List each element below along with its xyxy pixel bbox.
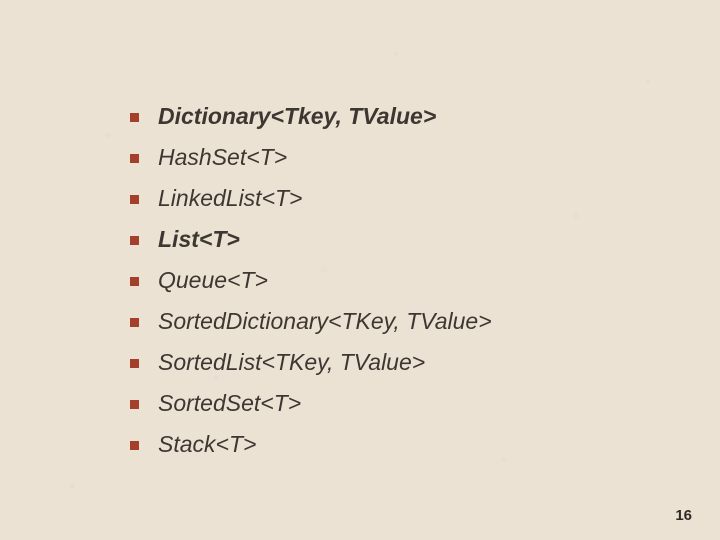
list-item: SortedList<TKey, TValue> (130, 342, 720, 383)
list-item: List<T> (130, 219, 720, 260)
list-item: LinkedList<T> (130, 178, 720, 219)
list-item-text: List<T> (158, 226, 240, 252)
list-item: HashSet<T> (130, 137, 720, 178)
collections-list: Dictionary<Tkey, TValue> HashSet<T> Link… (130, 96, 720, 465)
list-item: Dictionary<Tkey, TValue> (130, 96, 720, 137)
list-item: SortedSet<T> (130, 383, 720, 424)
list-item-text: Stack<T> (158, 431, 256, 457)
list-item-text: SortedList<TKey, TValue> (158, 349, 425, 375)
list-item-text: Queue<T> (158, 267, 268, 293)
list-item-text: LinkedList<T> (158, 185, 302, 211)
page-number: 16 (675, 507, 692, 524)
list-item-text: Dictionary<Tkey, TValue> (158, 103, 436, 129)
list-item: Stack<T> (130, 424, 720, 465)
list-item-text: SortedSet<T> (158, 390, 301, 416)
list-item-text: HashSet<T> (158, 144, 287, 170)
list-item-text: SortedDictionary<TKey, TValue> (158, 308, 492, 334)
list-item: Queue<T> (130, 260, 720, 301)
slide-content: Dictionary<Tkey, TValue> HashSet<T> Link… (0, 0, 720, 465)
list-item: SortedDictionary<TKey, TValue> (130, 301, 720, 342)
